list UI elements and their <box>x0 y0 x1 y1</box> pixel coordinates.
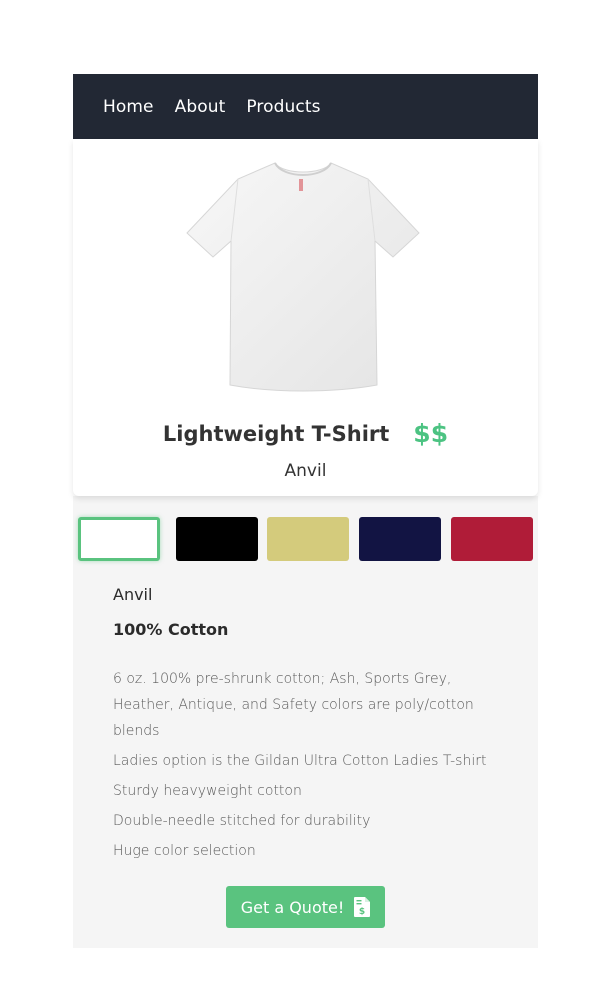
nav-link-home[interactable]: Home <box>103 97 154 117</box>
feature-item: Sturdy heavyweight cotton <box>113 783 302 799</box>
swatch-tan[interactable] <box>267 517 349 561</box>
title-row: Lightweight T-Shirt $$ <box>73 419 538 448</box>
detail-brand: Anvil <box>113 585 153 604</box>
price-indicator: $$ <box>413 419 449 448</box>
get-quote-label: Get a Quote! <box>240 897 345 917</box>
t-shirt-icon <box>186 162 420 392</box>
product-brand: Anvil <box>284 461 327 481</box>
product-image <box>183 157 423 393</box>
swatch-red[interactable] <box>451 517 533 561</box>
detail-material: 100% Cotton <box>113 620 229 639</box>
product-card: Lightweight T-Shirt $$ Anvil <box>73 139 538 496</box>
feature-item: Ladies option is the Gildan Ultra Cotton… <box>113 753 487 769</box>
feature-item: Huge color selection <box>113 843 256 859</box>
swatch-navy[interactable] <box>359 517 441 561</box>
nav-link-products[interactable]: Products <box>246 97 320 117</box>
svg-text:$: $ <box>359 907 365 917</box>
feature-list: 6 oz. 100% pre-shrunk cotton; Ash, Sport… <box>113 666 493 868</box>
nav-link-about[interactable]: About <box>175 97 226 117</box>
product-details: Anvil 100% Cotton 6 oz. 100% pre-shrunk … <box>73 496 538 948</box>
feature-item: Double-needle stitched for durability <box>113 813 371 829</box>
swatch-black[interactable] <box>176 517 258 561</box>
swatch-white[interactable] <box>78 517 160 561</box>
top-nav: Home About Products <box>73 74 538 139</box>
product-title: Lightweight T-Shirt <box>162 421 390 446</box>
color-swatches <box>78 517 533 561</box>
get-quote-button[interactable]: Get a Quote! $ <box>226 886 385 928</box>
invoice-dollar-icon: $ <box>354 897 371 917</box>
feature-item: 6 oz. 100% pre-shrunk cotton; Ash, Sport… <box>113 671 474 739</box>
